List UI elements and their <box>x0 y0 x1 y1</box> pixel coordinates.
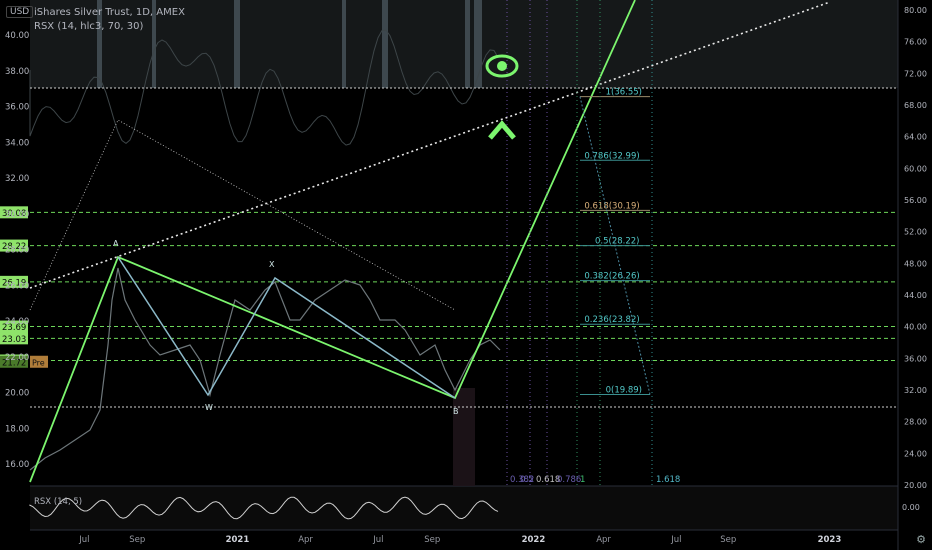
price-axis-tick: 26.00 <box>5 281 29 291</box>
rsx-axis-tick: 24.00 <box>904 449 927 458</box>
fib-level-label: 0(19.89) <box>606 385 642 395</box>
indicator-title[interactable]: RSX (14, hlc3, 70, 30) <box>34 20 185 34</box>
time-axis-label: Apr <box>596 535 611 545</box>
price-axis-tick: 28.00 <box>5 246 29 256</box>
lower-pane-tick: 0.00 <box>902 503 920 512</box>
level-badge-label: 23.03 <box>2 335 26 345</box>
price-axis-tick: 36.00 <box>5 103 29 113</box>
rsx-low-column <box>453 388 475 486</box>
lower-pane-background <box>30 486 898 530</box>
rsx-axis-tick: 60.00 <box>904 164 927 173</box>
time-axis-label: Apr <box>298 535 313 545</box>
rsx-axis-tick: 52.00 <box>904 228 927 237</box>
time-axis-label: Jul <box>78 535 89 545</box>
price-axis-tick: 20.00 <box>5 389 29 399</box>
fib-time-label: 0.786 <box>557 475 581 485</box>
rsx-axis-tick: 20.00 <box>904 481 927 490</box>
rsx-axis-tick: 64.00 <box>904 133 927 142</box>
rsx-axis-tick: 40.00 <box>904 323 927 332</box>
pattern-point-label: A <box>113 239 119 248</box>
rsx-axis-tick: 36.00 <box>904 354 927 363</box>
rsx-axis-tick: 48.00 <box>904 259 927 268</box>
chart-canvas[interactable]: 30.0828.2226.1923.6923.0321.7921.72PreAW… <box>0 0 932 550</box>
price-axis-tick: 40.00 <box>5 31 29 41</box>
currency-badge[interactable]: USD <box>6 6 34 18</box>
symbol-title[interactable]: iShares Silver Trust, 1D, AMEX <box>34 6 185 20</box>
time-axis-label: 2023 <box>818 535 842 545</box>
rsx-axis-tick: 76.00 <box>904 38 927 47</box>
time-axis-label: Sep <box>129 535 145 545</box>
rsx-axis-tick: 32.00 <box>904 386 927 395</box>
fib-time-label: 1.618 <box>656 475 680 485</box>
fib-time-label: 1 <box>580 475 585 485</box>
price-axis-tick: 22.00 <box>5 353 29 363</box>
chart-legend: iShares Silver Trust, 1D, AMEX RSX (14, … <box>34 6 185 34</box>
rsx-axis-tick: 56.00 <box>904 196 927 205</box>
rsx-spike-column <box>234 0 240 88</box>
price-tag-label: Pre <box>32 358 45 367</box>
lower-indicator-label: RSX (14, 5) <box>34 497 82 507</box>
price-axis-tick: 24.00 <box>5 317 29 327</box>
price-axis-tick: 32.00 <box>5 174 29 184</box>
time-axis-label: 2021 <box>226 535 250 545</box>
rsx-axis-tick: 72.00 <box>904 69 927 78</box>
rsx-spike-column <box>465 0 470 88</box>
time-axis-label: Jul <box>670 535 681 545</box>
fib-level-label: 0.618(30.19) <box>584 201 639 211</box>
rsx-axis-tick: 68.00 <box>904 101 927 110</box>
fib-time-label: 0.5 <box>520 475 534 485</box>
rsx-axis-tick: 80.00 <box>904 6 927 15</box>
time-axis-label: Jul <box>372 535 383 545</box>
price-axis-tick: 30.00 <box>5 210 29 220</box>
rsx-spike-column <box>342 0 346 88</box>
rsx-axis-tick: 28.00 <box>904 418 927 427</box>
pattern-point-label: B <box>453 407 459 416</box>
rsx-axis-tick: 44.00 <box>904 291 927 300</box>
time-axis-label: 2022 <box>522 535 546 545</box>
fib-level-label: 1(36.55) <box>606 88 642 98</box>
gear-icon[interactable]: ⚙ <box>916 533 926 546</box>
time-axis-label: Sep <box>424 535 440 545</box>
price-axis-tick: 38.00 <box>5 67 29 77</box>
pattern-point-label: W <box>205 403 213 412</box>
pattern-point-label: X <box>269 260 275 269</box>
price-axis-tick: 34.00 <box>5 138 29 148</box>
time-axis-label: Sep <box>720 535 736 545</box>
fib-level-label: 0.382(26.26) <box>584 272 639 282</box>
price-axis-tick: 18.00 <box>5 424 29 434</box>
rsx-spike-column <box>382 0 388 88</box>
price-axis-tick: 16.00 <box>5 460 29 470</box>
fib-level-label: 0.5(28.22) <box>595 237 639 247</box>
